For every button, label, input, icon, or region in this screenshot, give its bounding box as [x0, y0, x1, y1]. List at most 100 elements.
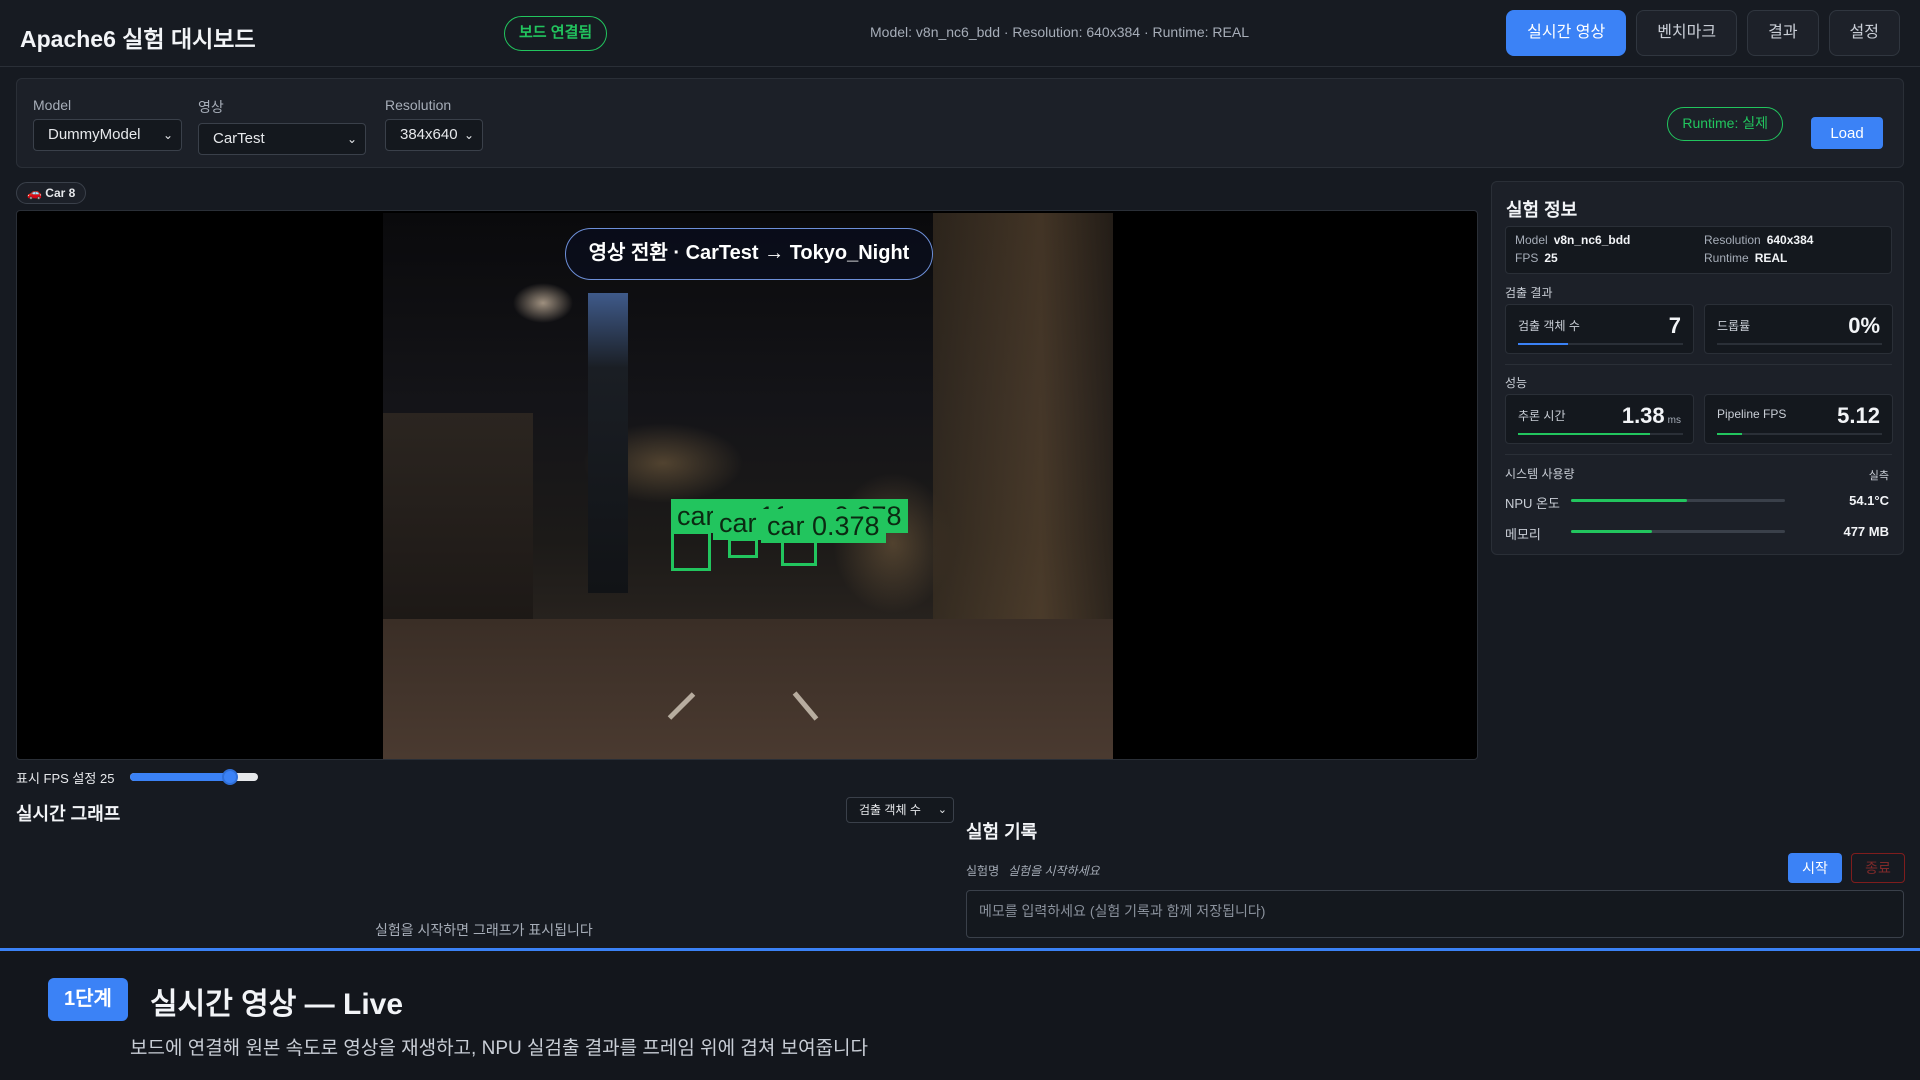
- nav-tabs: 실시간 영상 벤치마크 결과 설정: [1506, 10, 1900, 56]
- info-runtime-value: REAL: [1754, 251, 1788, 265]
- resolution-control: Resolution 384x640 ⌄: [385, 97, 483, 151]
- connection-status-badge: 보드 연결됨: [504, 16, 608, 51]
- detection-label: car 0.378: [761, 509, 886, 543]
- npu-temp-value: 54.1°C: [1849, 493, 1889, 508]
- detection-box: [671, 531, 711, 571]
- start-button[interactable]: 시작: [1788, 853, 1842, 883]
- stat-inference-unit: ms: [1667, 415, 1681, 426]
- top-header: Apache6 실험 대시보드 보드 연결됨 Model: v8n_nc6_bd…: [0, 0, 1920, 67]
- graph-metric-value: 검출 객체 수: [859, 803, 921, 817]
- stat-pipeline-bar: [1717, 433, 1882, 435]
- scene-tower: [588, 293, 628, 593]
- info-box: Model v8n_nc6_bdd Resolution 640x384 FPS 25…: [1505, 226, 1892, 274]
- resolution-label: Resolution: [385, 97, 452, 113]
- perf-section-label: 성능: [1505, 376, 1528, 390]
- system-section-label: 시스템 사용량: [1505, 467, 1575, 481]
- info-model: Model v8n_nc6_bdd: [1515, 233, 1630, 247]
- stat-inference-bar-fill: [1518, 433, 1650, 435]
- stat-drop-label: 드롭률: [1717, 319, 1751, 333]
- app-title: Apache6 실험 대시보드: [20, 26, 256, 52]
- divider: [1505, 364, 1892, 365]
- detect-section-label: 검출 결과: [1505, 286, 1553, 300]
- tab-settings[interactable]: 설정: [1828, 10, 1900, 56]
- stat-pipeline: Pipeline FPS 5.12: [1704, 394, 1893, 444]
- fps-slider-thumb[interactable]: [221, 769, 238, 785]
- info-resolution-value: 640x384: [1766, 233, 1814, 247]
- stat-objects-value: 7: [1668, 313, 1681, 338]
- end-button[interactable]: 종료: [1851, 853, 1905, 883]
- log-title: 실험 기록: [966, 822, 1038, 842]
- chevron-down-icon: ⌄: [162, 128, 173, 142]
- chevron-down-icon: ⌄: [463, 128, 474, 142]
- video-frame: car 0.316 car 0.378 car car 0.378: [383, 213, 1113, 759]
- video-select-value: CarTest: [213, 130, 265, 147]
- experiment-name-value: 실험을 시작하세요: [1008, 864, 1100, 878]
- model-select[interactable]: DummyModel ⌄: [33, 119, 182, 151]
- stat-objects: 검출 객체 수 7: [1505, 304, 1694, 354]
- graph-empty-message: 실험을 시작하면 그래프가 표시됩니다: [375, 922, 593, 938]
- info-fps: FPS 25: [1515, 251, 1558, 265]
- model-control: Model DummyModel ⌄: [33, 97, 182, 151]
- side-panel-title: 실험 정보: [1506, 200, 1578, 220]
- experiment-info-panel: 실험 정보 Model v8n_nc6_bdd Resolution 640x384…: [1491, 181, 1904, 555]
- info-fps-key: FPS: [1515, 251, 1539, 265]
- memory-value: 477 MB: [1843, 524, 1889, 539]
- divider: [1505, 454, 1892, 455]
- banner-subtitle: 보드에 연결해 원본 속도로 영상을 재생하고, NPU 실검출 결과를 프레임…: [130, 1038, 869, 1059]
- step-banner: 1단계 실시간 영상 — Live 보드에 연결해 원본 속도로 영상을 재생하…: [0, 948, 1920, 1080]
- resolution-select[interactable]: 384x640 ⌄: [385, 119, 483, 151]
- stat-inference-value: 1.38: [1621, 403, 1665, 428]
- stat-inference-bar: [1518, 433, 1683, 435]
- detection-box: [728, 538, 758, 558]
- fps-slider[interactable]: [130, 769, 258, 785]
- fps-slider-fill: [130, 773, 230, 781]
- tab-results[interactable]: 결과: [1747, 10, 1819, 56]
- video-player[interactable]: car 0.316 car 0.378 car car 0.378 영상 전환 …: [16, 210, 1478, 760]
- info-runtime: Runtime REAL: [1704, 251, 1787, 265]
- stat-inference-label: 추론 시간: [1518, 409, 1566, 423]
- stat-objects-bar: [1518, 343, 1683, 345]
- car-count-badge: 🚗 Car 8: [16, 182, 87, 204]
- load-button[interactable]: Load: [1811, 117, 1883, 149]
- info-resolution-key: Resolution: [1704, 233, 1761, 247]
- info-fps-value: 25: [1544, 251, 1558, 265]
- memory-meter: [1571, 530, 1785, 533]
- fps-label: 표시 FPS 설정 25: [16, 771, 115, 786]
- system-measured-label: 실측: [1868, 470, 1889, 482]
- stat-drop-bar: [1717, 343, 1882, 345]
- video-label: 영상: [198, 99, 224, 115]
- graph-metric-select[interactable]: 검출 객체 수 ⌄: [846, 797, 954, 823]
- tab-live-video[interactable]: 실시간 영상: [1506, 10, 1627, 56]
- tab-benchmark[interactable]: 벤치마크: [1636, 10, 1738, 56]
- info-model-key: Model: [1515, 233, 1548, 247]
- npu-temp-meter: [1571, 499, 1785, 502]
- stat-pipeline-bar-fill: [1717, 433, 1742, 435]
- chevron-down-icon: ⌄: [346, 132, 357, 146]
- chevron-down-icon: ⌄: [937, 804, 947, 816]
- experiment-name-label: 실험명: [966, 864, 1000, 878]
- header-model-info: Model: v8n_nc6_bdd · Resolution: 640x384…: [870, 24, 1249, 40]
- stat-drop-value: 0%: [1848, 313, 1880, 338]
- memo-input[interactable]: 메모를 입력하세요 (실험 기록과 함께 저장됩니다): [966, 890, 1904, 938]
- stat-pipeline-label: Pipeline FPS: [1717, 407, 1787, 421]
- stat-pipeline-value: 5.12: [1837, 403, 1880, 428]
- memory-label: 메모리: [1505, 527, 1541, 542]
- stat-inference-value-wrap: 1.38 ms: [1622, 403, 1681, 429]
- detection-label: car: [713, 506, 763, 540]
- lane-marking: [667, 692, 696, 720]
- step-badge: 1단계: [48, 978, 128, 1021]
- model-select-value: DummyModel: [48, 126, 141, 143]
- resolution-select-value: 384x640: [400, 126, 458, 143]
- memory-meter-fill: [1571, 530, 1653, 533]
- info-runtime-key: Runtime: [1704, 251, 1749, 265]
- npu-temp-meter-fill: [1571, 499, 1687, 502]
- controls-bar: Model DummyModel ⌄ 영상 CarTest ⌄ Resoluti…: [16, 78, 1904, 168]
- scene-road: [383, 619, 1113, 759]
- info-model-value: v8n_nc6_bdd: [1553, 233, 1631, 247]
- video-select[interactable]: CarTest ⌄: [198, 123, 366, 155]
- lane-marking: [792, 691, 819, 721]
- stat-objects-label: 검출 객체 수: [1518, 319, 1580, 333]
- model-label: Model: [33, 97, 72, 113]
- banner-title: 실시간 영상 — Live: [150, 988, 404, 1021]
- stat-objects-bar-fill: [1518, 343, 1568, 345]
